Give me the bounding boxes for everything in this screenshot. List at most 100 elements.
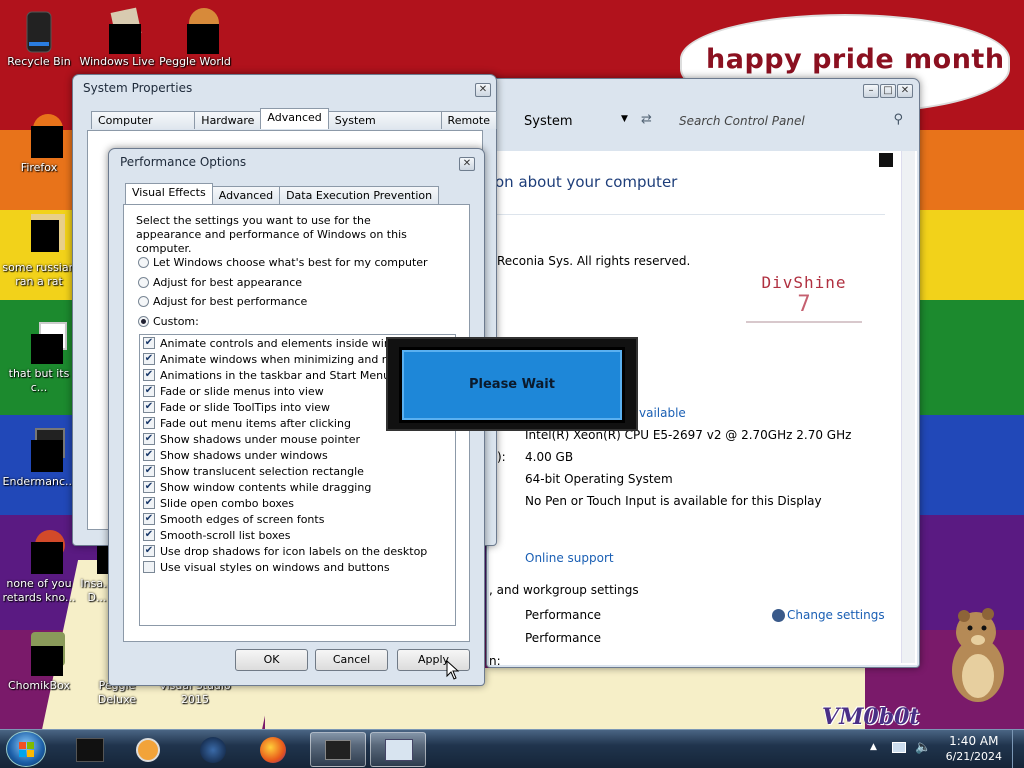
copyright-text: Reconia Sys. All rights reserved. bbox=[497, 254, 691, 268]
firefox-icon bbox=[260, 737, 286, 763]
taskbar-media-player[interactable] bbox=[120, 732, 176, 767]
checkbox-checked[interactable]: ✔ bbox=[143, 513, 155, 525]
ok-button[interactable]: OK bbox=[235, 649, 308, 671]
chevron-down-icon[interactable]: ▼ bbox=[621, 114, 628, 124]
online-support-link[interactable]: Online support bbox=[525, 551, 614, 565]
effect-option[interactable]: ✔ Show window contents while dragging bbox=[140, 479, 455, 495]
pen-touch-value: No Pen or Touch Input is available for t… bbox=[525, 494, 822, 508]
tab-system-protection[interactable]: System Protection bbox=[327, 111, 442, 141]
clock-time: 1:40 AM bbox=[949, 734, 999, 748]
checkbox-checked[interactable]: ✔ bbox=[143, 337, 155, 349]
search-icon[interactable]: ⚲ bbox=[893, 112, 903, 127]
desktop-icon-none-of-you[interactable]: none of you retards kno... bbox=[0, 530, 78, 605]
tab-remote[interactable]: Remote bbox=[440, 111, 497, 129]
please-wait-box: Please Wait bbox=[386, 337, 638, 431]
refresh-icon[interactable]: ⇄ bbox=[641, 112, 652, 127]
desktop-icon-recycle-bin[interactable]: Recycle Bin bbox=[0, 8, 78, 69]
tab-computer-name[interactable]: Computer Name bbox=[91, 111, 196, 141]
scrollbar[interactable] bbox=[901, 151, 915, 663]
desktop-icon-firefox[interactable]: Firefox bbox=[0, 114, 78, 175]
desktop-icon-russian-rat[interactable]: some russian ran a rat bbox=[0, 214, 78, 289]
taskbar-app-1[interactable] bbox=[62, 732, 118, 767]
checkbox-checked[interactable]: ✔ bbox=[143, 385, 155, 397]
desktop-icon-windows-live[interactable]: Windows Live bbox=[78, 7, 156, 69]
speaker-icon[interactable]: 🔈 bbox=[915, 740, 931, 755]
document-icon bbox=[17, 214, 65, 258]
radio-button[interactable] bbox=[138, 277, 149, 288]
checkbox-checked[interactable]: ✔ bbox=[143, 417, 155, 429]
desktop-icon-endermanch[interactable]: Endermanc... bbox=[0, 428, 78, 489]
minimize-button[interactable]: – bbox=[863, 84, 879, 98]
breadcrumb[interactable]: System bbox=[524, 114, 572, 129]
address-bar[interactable]: System ▼ ⇄ bbox=[487, 109, 667, 133]
radio-button[interactable] bbox=[138, 296, 149, 307]
show-desktop-button[interactable] bbox=[1012, 730, 1024, 768]
checkbox-checked[interactable]: ✔ bbox=[143, 465, 155, 477]
search-box[interactable]: Search Control Panel ⚲ bbox=[671, 110, 911, 132]
close-button[interactable]: ✕ bbox=[459, 157, 475, 171]
checkbox-checked[interactable]: ✔ bbox=[143, 481, 155, 493]
desktop-icon-that-but-its[interactable]: that but its c... bbox=[0, 320, 78, 395]
radio-best-appearance[interactable]: Adjust for best appearance bbox=[138, 276, 302, 289]
brand-name: DivShine bbox=[761, 273, 847, 292]
system-properties-icon bbox=[385, 739, 413, 761]
change-settings-link[interactable]: Change settings bbox=[772, 608, 885, 622]
help-icon[interactable] bbox=[879, 153, 893, 167]
effect-option[interactable]: ✔ Smooth edges of screen fonts bbox=[140, 511, 455, 527]
tab-bar: Visual Effects Advanced Data Execution P… bbox=[125, 183, 440, 204]
checkbox-unchecked[interactable] bbox=[143, 561, 155, 573]
search-input[interactable]: Search Control Panel bbox=[679, 114, 805, 128]
effect-option[interactable]: ✔ Show shadows under windows bbox=[140, 447, 455, 463]
desktop-icon-peggle-world[interactable]: Peggle World bbox=[156, 8, 234, 69]
desktop-icon-label: Peggle World bbox=[159, 55, 231, 68]
tab-advanced[interactable]: Advanced bbox=[260, 108, 329, 129]
effect-label: Show shadows under windows bbox=[160, 448, 328, 462]
effect-option[interactable]: ✔ Show translucent selection rectangle bbox=[140, 463, 455, 479]
globe-icon bbox=[200, 737, 226, 763]
taskbar-system-properties[interactable] bbox=[370, 732, 426, 767]
maximize-button[interactable]: □ bbox=[880, 84, 896, 98]
checkbox-checked[interactable]: ✔ bbox=[143, 545, 155, 557]
radio-best-performance[interactable]: Adjust for best performance bbox=[138, 295, 307, 308]
close-button[interactable]: ✕ bbox=[897, 84, 913, 98]
checkbox-checked[interactable]: ✔ bbox=[143, 433, 155, 445]
rating-link[interactable]: vailable bbox=[639, 406, 686, 420]
show-hidden-icons-button[interactable]: ▲ bbox=[870, 742, 877, 752]
please-wait-text: Please Wait bbox=[399, 347, 625, 423]
action-center-icon[interactable] bbox=[892, 742, 906, 753]
desktop-icon-chomikbox[interactable]: ChomikBox bbox=[0, 632, 78, 693]
taskbar-app-active-1[interactable] bbox=[310, 732, 366, 767]
system-clock[interactable]: 1:40 AM 6/21/2024 bbox=[946, 734, 1002, 764]
tab-advanced[interactable]: Advanced bbox=[211, 186, 281, 204]
taskbar-firefox[interactable] bbox=[246, 732, 302, 767]
tab-data-execution-prevention[interactable]: Data Execution Prevention bbox=[279, 186, 440, 204]
checkbox-checked[interactable]: ✔ bbox=[143, 449, 155, 461]
effect-option[interactable]: Use visual styles on windows and buttons bbox=[140, 559, 455, 575]
system-type-value: 64-bit Operating System bbox=[525, 472, 673, 486]
checkbox-checked[interactable]: ✔ bbox=[143, 353, 155, 365]
terminal-icon bbox=[17, 428, 65, 472]
cancel-button[interactable]: Cancel bbox=[315, 649, 388, 671]
tab-visual-effects[interactable]: Visual Effects bbox=[125, 183, 213, 204]
checkbox-checked[interactable]: ✔ bbox=[143, 497, 155, 509]
radio-button[interactable] bbox=[138, 257, 149, 268]
effect-option[interactable]: ✔ Slide open combo boxes bbox=[140, 495, 455, 511]
checkbox-checked[interactable]: ✔ bbox=[143, 529, 155, 541]
effect-option[interactable]: ✔ Use drop shadows for icon labels on the… bbox=[140, 543, 455, 559]
checkbox-checked[interactable]: ✔ bbox=[143, 401, 155, 413]
close-button[interactable]: ✕ bbox=[475, 83, 491, 97]
effect-label: Show window contents while dragging bbox=[160, 480, 372, 494]
radio-let-windows-choose[interactable]: Let Windows choose what's best for my co… bbox=[138, 256, 428, 269]
window-icon bbox=[325, 740, 351, 760]
effect-option[interactable]: ✔ Smooth-scroll list boxes bbox=[140, 527, 455, 543]
radio-button[interactable] bbox=[138, 316, 149, 327]
brand-version: 7 bbox=[797, 292, 811, 317]
tab-hardware[interactable]: Hardware bbox=[194, 111, 262, 129]
taskbar-app-3[interactable] bbox=[186, 732, 242, 767]
radio-custom[interactable]: Custom: bbox=[138, 315, 199, 328]
effect-option[interactable]: ✔ Show shadows under mouse pointer bbox=[140, 431, 455, 447]
checkbox-checked[interactable]: ✔ bbox=[143, 369, 155, 381]
change-settings-label[interactable]: Change settings bbox=[787, 608, 885, 622]
start-button[interactable] bbox=[6, 731, 46, 767]
shield-icon bbox=[772, 608, 785, 622]
